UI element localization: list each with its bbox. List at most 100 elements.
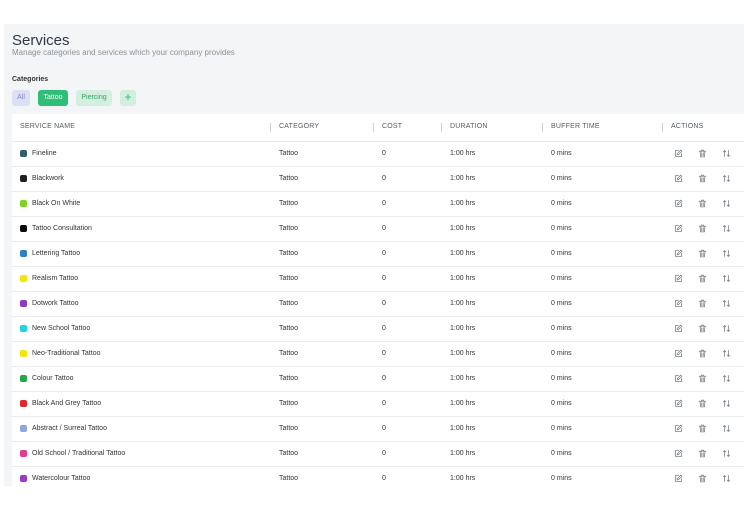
service-category: Tattoo: [279, 375, 299, 382]
category-filter-piercing[interactable]: Piercing: [76, 90, 112, 106]
sort-icon[interactable]: [722, 374, 731, 383]
service-buffer-time: 0 mins: [551, 325, 572, 332]
edit-icon[interactable]: [674, 324, 683, 333]
sort-icon[interactable]: [722, 349, 731, 358]
edit-icon[interactable]: [674, 449, 683, 458]
column-header-service-name[interactable]: SERVICE NAME: [20, 123, 75, 130]
service-buffer-time: 0 mins: [551, 275, 572, 282]
trash-icon[interactable]: [698, 324, 707, 333]
trash-icon[interactable]: [698, 274, 707, 283]
sort-icon[interactable]: [722, 224, 731, 233]
trash-icon[interactable]: [698, 449, 707, 458]
sort-icon[interactable]: [722, 299, 731, 308]
table-row: Realism Tattoo Tattoo 0 1:00 hrs 0 mins: [12, 267, 744, 292]
service-name: Old School / Traditional Tattoo: [32, 450, 126, 457]
service-color-swatch: [20, 400, 27, 407]
table-row: Fineline Tattoo 0 1:00 hrs 0 mins: [12, 142, 744, 167]
edit-icon[interactable]: [674, 224, 683, 233]
service-cost: 0: [382, 200, 386, 207]
service-name: Dotwork Tattoo: [32, 300, 79, 307]
service-duration: 1:00 hrs: [450, 325, 476, 332]
trash-icon[interactable]: [698, 349, 707, 358]
service-buffer-time: 0 mins: [551, 450, 572, 457]
edit-icon[interactable]: [674, 374, 683, 383]
edit-icon[interactable]: [674, 274, 683, 283]
table-row: Watercolour Tattoo Tattoo 0 1:00 hrs 0 m…: [12, 467, 744, 486]
edit-icon[interactable]: [674, 349, 683, 358]
sort-icon[interactable]: [722, 249, 731, 258]
trash-icon[interactable]: [698, 424, 707, 433]
trash-icon[interactable]: [698, 374, 707, 383]
sort-icon[interactable]: [722, 199, 731, 208]
sort-icon[interactable]: [722, 424, 731, 433]
service-category: Tattoo: [279, 475, 299, 482]
sort-icon[interactable]: [722, 449, 731, 458]
trash-icon[interactable]: [698, 299, 707, 308]
service-buffer-time: 0 mins: [551, 400, 572, 407]
service-category: Tattoo: [279, 200, 299, 207]
category-filter-all[interactable]: All: [12, 90, 30, 106]
service-color-swatch: [20, 275, 27, 282]
edit-icon[interactable]: [674, 174, 683, 183]
column-divider[interactable]: [373, 123, 374, 132]
service-cost: 0: [382, 450, 386, 457]
edit-icon[interactable]: [674, 424, 683, 433]
service-color-swatch: [20, 225, 27, 232]
column-header-actions: ACTIONS: [671, 123, 704, 130]
service-buffer-time: 0 mins: [551, 150, 572, 157]
column-header-duration[interactable]: DURATION: [450, 123, 488, 130]
service-cost: 0: [382, 250, 386, 257]
service-buffer-time: 0 mins: [551, 425, 572, 432]
trash-icon[interactable]: [698, 149, 707, 158]
service-name: Black On White: [32, 200, 81, 207]
trash-icon[interactable]: [698, 199, 707, 208]
service-cost: 0: [382, 375, 386, 382]
service-color-swatch: [20, 350, 27, 357]
column-divider[interactable]: [441, 123, 442, 132]
sort-icon[interactable]: [722, 324, 731, 333]
service-buffer-time: 0 mins: [551, 475, 572, 482]
column-divider[interactable]: [270, 123, 271, 132]
table-row: Neo-Traditional Tattoo Tattoo 0 1:00 hrs…: [12, 342, 744, 367]
column-header-cost[interactable]: COST: [382, 123, 402, 130]
service-duration: 1:00 hrs: [450, 150, 476, 157]
service-buffer-time: 0 mins: [551, 250, 572, 257]
service-buffer-time: 0 mins: [551, 300, 572, 307]
categories-label: Categories: [12, 76, 49, 83]
edit-icon[interactable]: [674, 299, 683, 308]
trash-icon[interactable]: [698, 174, 707, 183]
trash-icon[interactable]: [698, 474, 707, 483]
edit-icon[interactable]: [674, 149, 683, 158]
category-filter-tattoo[interactable]: Tattoo: [38, 90, 68, 106]
service-duration: 1:00 hrs: [450, 375, 476, 382]
column-header-category[interactable]: CATEGORY: [279, 123, 319, 130]
sort-icon[interactable]: [722, 174, 731, 183]
add-category-button[interactable]: +: [120, 90, 136, 106]
trash-icon[interactable]: [698, 399, 707, 408]
service-color-swatch: [20, 425, 27, 432]
services-table: SERVICE NAME CATEGORY COST DURATION BUFF…: [12, 114, 744, 486]
sort-icon[interactable]: [722, 474, 731, 483]
page-title: Services: [12, 32, 70, 49]
column-header-buffer-time[interactable]: BUFFER TIME: [551, 123, 600, 130]
service-color-swatch: [20, 150, 27, 157]
service-duration: 1:00 hrs: [450, 250, 476, 257]
sort-icon[interactable]: [722, 149, 731, 158]
column-divider[interactable]: [662, 123, 663, 132]
service-cost: 0: [382, 225, 386, 232]
service-category: Tattoo: [279, 150, 299, 157]
table-row: Blackwork Tattoo 0 1:00 hrs 0 mins: [12, 167, 744, 192]
service-category: Tattoo: [279, 400, 299, 407]
edit-icon[interactable]: [674, 474, 683, 483]
sort-icon[interactable]: [722, 399, 731, 408]
trash-icon[interactable]: [698, 249, 707, 258]
column-divider[interactable]: [542, 123, 543, 132]
edit-icon[interactable]: [674, 249, 683, 258]
service-duration: 1:00 hrs: [450, 400, 476, 407]
service-color-swatch: [20, 300, 27, 307]
trash-icon[interactable]: [698, 224, 707, 233]
edit-icon[interactable]: [674, 399, 683, 408]
edit-icon[interactable]: [674, 199, 683, 208]
service-category: Tattoo: [279, 450, 299, 457]
sort-icon[interactable]: [722, 274, 731, 283]
